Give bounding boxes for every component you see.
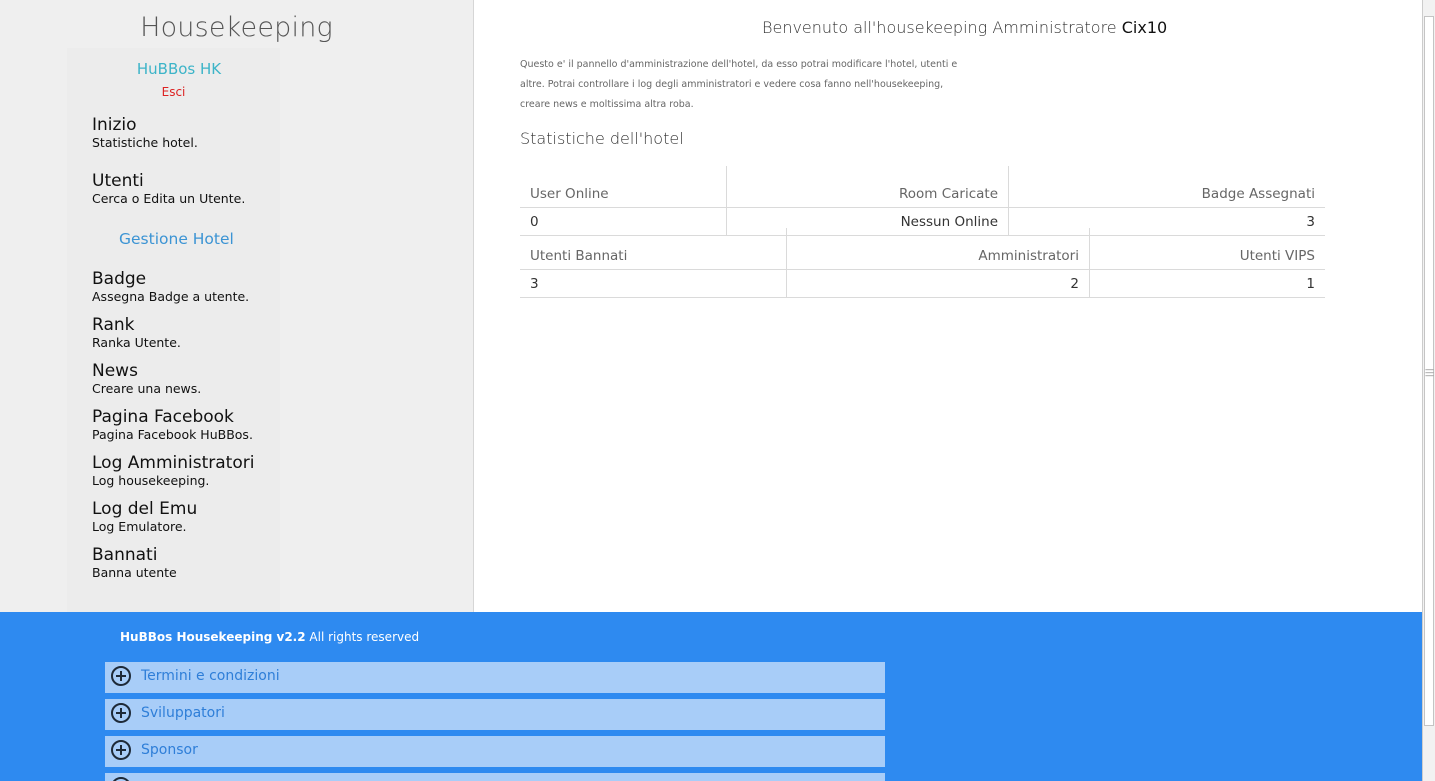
column-header: Badge Assegnati xyxy=(1008,166,1325,208)
column-header: Amministratori xyxy=(786,228,1090,270)
menu-item-subtitle: Pagina Facebook HuBBos. xyxy=(92,427,253,442)
plus-circle-icon[interactable] xyxy=(111,666,131,686)
table-cell: 2 xyxy=(786,269,1090,298)
intro-line: Questo e' il pannello d'amministrazione … xyxy=(520,59,958,70)
brand-link[interactable]: HuBBos HK xyxy=(67,60,291,78)
accordion-sviluppatori[interactable]: Sviluppatori xyxy=(105,699,885,730)
accordion-label: Termini e condizioni xyxy=(141,668,280,684)
menu-item-inizio[interactable]: Inizio Statistiche hotel. xyxy=(92,116,198,151)
menu-item-utenti[interactable]: Utenti Cerca o Edita un Utente. xyxy=(92,172,245,207)
footer-brand: HuBBos Housekeeping v2.2 xyxy=(120,630,306,644)
menu-item-bannati[interactable]: Bannati Banna utente xyxy=(92,546,177,581)
plus-circle-icon[interactable] xyxy=(111,777,131,781)
table-header-row: User Online Room Caricate Badge Assegnat… xyxy=(520,166,1325,208)
footer-rights: All rights reserved xyxy=(309,630,420,644)
menu-item-title: Log del Emu xyxy=(92,499,198,519)
table-cell: 3 xyxy=(520,269,787,298)
welcome-text: Benvenuto all'housekeeping Amministrator… xyxy=(762,18,1117,37)
menu-item-subtitle: Statistiche hotel. xyxy=(92,135,198,150)
menu-item-title: Bannati xyxy=(92,545,158,565)
footer-copyright: HuBBos Housekeeping v2.2 All rights rese… xyxy=(120,630,419,644)
plus-circle-icon[interactable] xyxy=(111,703,131,723)
accordion-termini[interactable]: Termini e condizioni xyxy=(105,662,885,693)
intro-line: altre. Potrai controllare i log degli am… xyxy=(520,79,944,90)
intro-line: creare news e moltissima altra roba. xyxy=(520,99,694,110)
menu-item-title: Inizio xyxy=(92,115,137,135)
column-header: Utenti Bannati xyxy=(520,228,787,270)
menu-item-subtitle: Log housekeeping. xyxy=(92,473,210,488)
intro-paragraph: Questo e' il pannello d'amministrazione … xyxy=(520,55,980,115)
menu-item-news[interactable]: News Creare una news. xyxy=(92,362,201,397)
menu-item-subtitle: Assegna Badge a utente. xyxy=(92,289,250,304)
stats-title: Statistiche dell'hotel xyxy=(520,129,684,148)
table-row: 3 2 1 xyxy=(520,269,1325,298)
column-header: Utenti VIPS xyxy=(1089,228,1325,270)
stats-table-1: User Online Room Caricate Badge Assegnat… xyxy=(520,166,1325,236)
menu-item-log-emu[interactable]: Log del Emu Log Emulatore. xyxy=(92,500,197,535)
menu-item-title: Utenti xyxy=(92,171,144,191)
menu-item-badge[interactable]: Badge Assegna Badge a utente. xyxy=(92,270,249,305)
menu-item-title: Rank xyxy=(92,315,135,335)
table-header-row: Utenti Bannati Amministratori Utenti VIP… xyxy=(520,228,1325,270)
stats-table-2: Utenti Bannati Amministratori Utenti VIP… xyxy=(520,228,1325,298)
sidebar-title: Housekeeping xyxy=(140,12,333,43)
accordion-partial[interactable] xyxy=(105,773,885,781)
main-content: Benvenuto all'housekeeping Amministrator… xyxy=(474,0,1422,612)
menu-block: HuBBos HK Esci Inizio Statistiche hotel.… xyxy=(67,48,280,612)
plus-circle-icon[interactable] xyxy=(111,740,131,760)
vertical-scrollbar[interactable]: — — — xyxy=(1422,0,1435,781)
menu-item-subtitle: Banna utente xyxy=(92,565,177,580)
menu-item-subtitle: Cerca o Edita un Utente. xyxy=(92,191,246,206)
menu-item-rank[interactable]: Rank Ranka Utente. xyxy=(92,316,181,351)
accordion-label: Sponsor xyxy=(141,742,198,758)
menu-item-log-amministratori[interactable]: Log Amministratori Log housekeeping. xyxy=(92,454,254,489)
logout-link[interactable]: Esci xyxy=(67,85,280,99)
menu-item-title: News xyxy=(92,361,138,381)
table-cell: 1 xyxy=(1089,269,1325,298)
sidebar: Housekeeping HuBBos HK Esci Inizio Stati… xyxy=(0,0,474,612)
username: Cix10 xyxy=(1121,18,1168,37)
menu-item-title: Badge xyxy=(92,269,147,289)
menu-item-subtitle: Log Emulatore. xyxy=(92,519,187,534)
menu-item-title: Log Amministratori xyxy=(92,453,255,473)
menu-item-subtitle: Creare una news. xyxy=(92,381,202,396)
accordion-sponsor[interactable]: Sponsor xyxy=(105,736,885,767)
menu-item-subtitle: Ranka Utente. xyxy=(92,335,181,350)
column-header: User Online xyxy=(520,166,727,208)
menu-item-facebook[interactable]: Pagina Facebook Pagina Facebook HuBBos. xyxy=(92,408,253,443)
section-label-gestione-hotel: Gestione Hotel xyxy=(119,230,234,248)
accordion-label: Sviluppatori xyxy=(141,705,225,721)
welcome-heading: Benvenuto all'housekeeping Amministrator… xyxy=(762,18,1167,37)
footer: HuBBos Housekeeping v2.2 All rights rese… xyxy=(0,612,1422,781)
column-header: Room Caricate xyxy=(726,166,1009,208)
grip-icon: — — — xyxy=(1425,365,1434,381)
menu-item-title: Pagina Facebook xyxy=(92,407,234,427)
